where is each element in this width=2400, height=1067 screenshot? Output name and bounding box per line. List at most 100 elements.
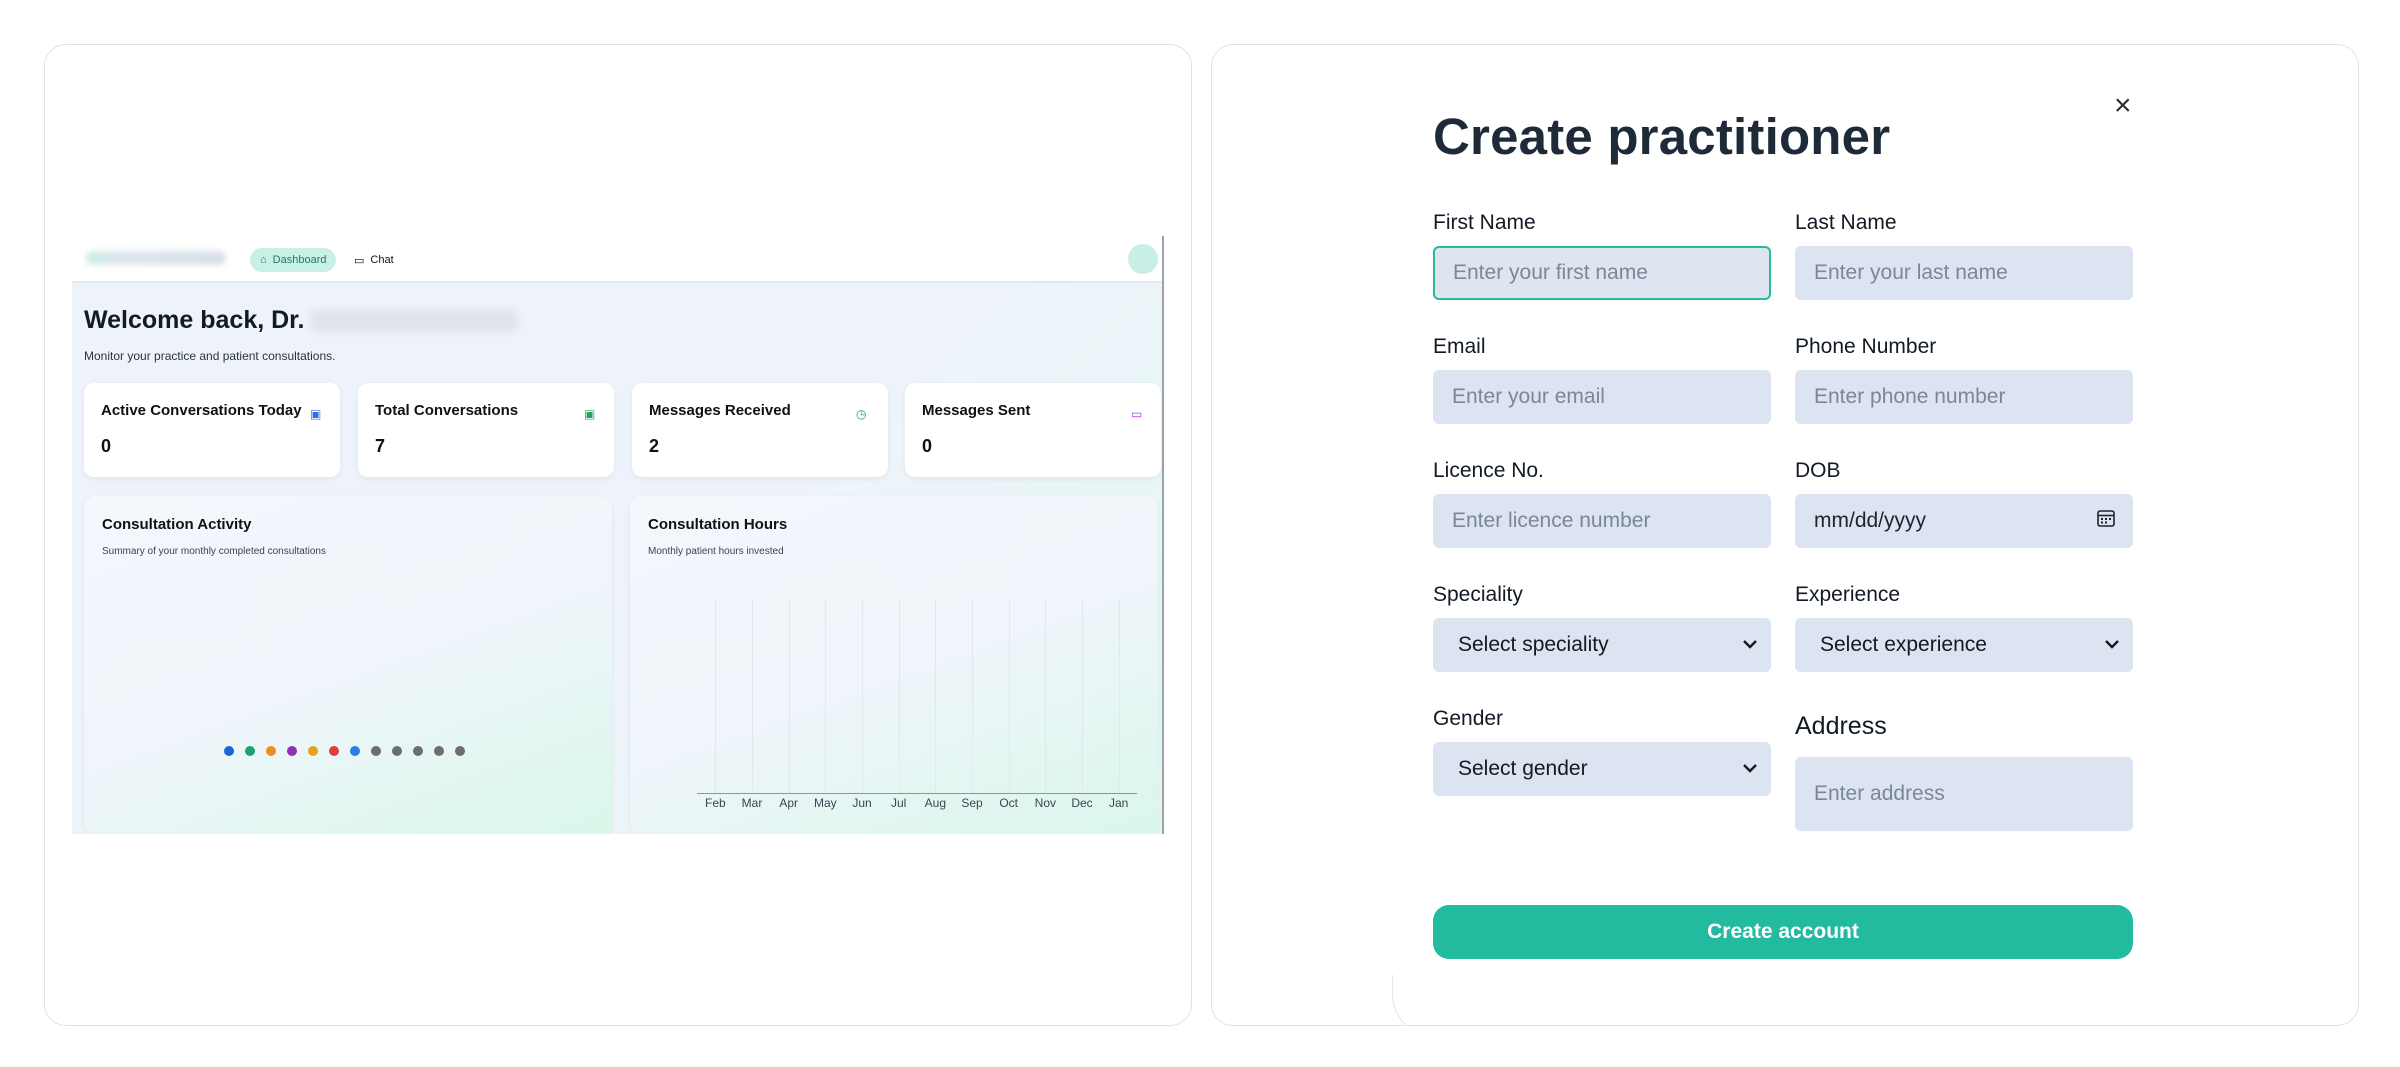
chat-icon: ▭ <box>354 254 365 267</box>
month-tick-label: Oct <box>999 796 1018 810</box>
stat-card-total-conversations: Total Conversations 7 ▣ <box>358 383 614 477</box>
month-tick-label: Nov <box>1034 796 1056 810</box>
gender-value: Select gender <box>1458 757 1588 780</box>
legend-dot <box>308 746 318 756</box>
last-name-label: Last Name <box>1795 211 1897 234</box>
dob-label: DOB <box>1795 459 1841 482</box>
calendar-icon: ▣ <box>310 407 322 421</box>
card-subtitle: Monthly patient hours invested <box>648 546 784 557</box>
consultation-hours-card: Consultation Hours Monthly patient hours… <box>630 496 1158 834</box>
welcome-heading: Welcome back, Dr. <box>84 306 519 335</box>
dob-field[interactable]: mm/dd/yyyy <box>1795 494 2133 548</box>
last-name-field[interactable]: Enter your last name <box>1795 246 2133 300</box>
calendar-icon: ▣ <box>584 407 596 421</box>
month-tick-label: Jun <box>852 796 872 810</box>
dob-placeholder: mm/dd/yyyy <box>1814 509 1927 532</box>
gender-label: Gender <box>1433 707 1504 730</box>
practitioner-name-blurred <box>310 310 519 333</box>
legend-dot <box>266 746 276 756</box>
grid-line <box>1082 599 1083 793</box>
address-field[interactable]: Enter address <box>1795 757 2133 831</box>
grid-line <box>862 599 863 793</box>
licence-placeholder: Enter licence number <box>1452 509 1651 532</box>
home-icon: ⌂ <box>260 254 267 266</box>
stat-title: Total Conversations <box>375 402 519 419</box>
legend-dot <box>434 746 444 756</box>
gender-select[interactable]: Select gender <box>1433 742 1771 796</box>
nav-chat-tab[interactable]: ▭ Chat <box>344 248 404 272</box>
legend-dot <box>455 746 465 756</box>
first-name-placeholder: Enter your first name <box>1453 261 1648 284</box>
hours-chart-grid <box>697 599 1137 794</box>
grid-line <box>715 599 717 793</box>
first-name-label: First Name <box>1433 211 1536 234</box>
grid-line <box>1118 599 1120 793</box>
chevron-down-icon <box>2104 636 2120 654</box>
month-tick-label: Dec <box>1071 796 1093 810</box>
grid-line <box>825 599 827 793</box>
experience-value: Select experience <box>1820 633 1987 656</box>
month-tick-label: Feb <box>704 796 726 810</box>
grid-line <box>898 599 900 793</box>
stat-value: 0 <box>922 436 933 456</box>
legend-dot <box>392 746 402 756</box>
create-practitioner-panel: Create practitioner × First Name Enter y… <box>1211 44 2359 1026</box>
phone-field[interactable]: Enter phone number <box>1795 370 2133 424</box>
legend-dot <box>371 746 381 756</box>
stat-title: Messages Received <box>649 402 791 419</box>
grid-line <box>972 599 973 793</box>
phone-label: Phone Number <box>1795 335 1937 358</box>
chevron-down-icon <box>1742 760 1758 778</box>
month-tick-label: Apr <box>779 796 798 810</box>
speciality-select[interactable]: Select speciality <box>1433 618 1771 672</box>
email-placeholder: Enter your email <box>1452 385 1605 408</box>
address-label: Address <box>1795 712 1887 740</box>
nav-chat-label: Chat <box>370 254 394 266</box>
close-icon[interactable]: × <box>2114 91 2132 121</box>
stat-value: 2 <box>649 436 660 456</box>
first-name-field[interactable]: Enter your first name <box>1433 246 1771 300</box>
experience-label: Experience <box>1795 583 1901 606</box>
clock-icon: ◷ <box>856 407 867 421</box>
month-tick-label: Jul <box>890 796 907 810</box>
speciality-label: Speciality <box>1433 583 1523 606</box>
legend-dot <box>413 746 423 756</box>
stat-card-messages-received: Messages Received 2 ◷ <box>632 383 888 477</box>
grid-line <box>752 599 753 793</box>
card-subtitle: Summary of your monthly completed consul… <box>102 546 326 557</box>
month-tick-label: Jan <box>1108 796 1129 810</box>
experience-select[interactable]: Select experience <box>1795 618 2133 672</box>
month-tick-label: Mar <box>741 796 763 810</box>
legend-dot <box>224 746 234 756</box>
legend-dot <box>350 746 360 756</box>
grid-line <box>788 599 790 793</box>
dashboard-preview-panel: ⌂ Dashboard ▭ Chat Welcome back, Dr. Mon… <box>44 44 1192 1026</box>
legend-dot <box>329 746 339 756</box>
licence-field[interactable]: Enter licence number <box>1433 494 1771 548</box>
create-account-button[interactable]: Create account <box>1433 905 2133 959</box>
nav-dashboard-tab[interactable]: ⌂ Dashboard <box>250 248 337 272</box>
welcome-text: Welcome back, Dr. <box>84 306 305 334</box>
stat-card-messages-sent: Messages Sent 0 ▭ <box>905 383 1161 477</box>
message-icon: ▭ <box>1131 407 1143 421</box>
email-field[interactable]: Enter your email <box>1433 370 1771 424</box>
legend-dot <box>287 746 297 756</box>
speciality-value: Select speciality <box>1458 633 1609 656</box>
grid-line <box>1008 599 1010 793</box>
brand-logo-blurred <box>86 251 226 265</box>
legend-dot <box>245 746 255 756</box>
card-title: Consultation Hours <box>648 516 788 533</box>
stat-card-active-conversations: Active Conversations Today 0 ▣ <box>84 383 340 477</box>
avatar[interactable] <box>1128 244 1158 274</box>
decorative-corner <box>1392 975 1452 1025</box>
top-navigation: ⌂ Dashboard ▭ Chat <box>72 236 1162 283</box>
form-title: Create practitioner <box>1433 108 1891 165</box>
calendar-icon[interactable] <box>2096 508 2116 534</box>
month-tick-label: May <box>813 796 837 810</box>
month-tick-label: Aug <box>924 796 947 810</box>
grid-line <box>935 599 937 793</box>
welcome-subtitle: Monitor your practice and patient consul… <box>84 349 336 363</box>
legend-dots <box>224 746 465 756</box>
dashboard-screenshot: ⌂ Dashboard ▭ Chat Welcome back, Dr. Mon… <box>72 236 1164 834</box>
consultation-activity-card: Consultation Activity Summary of your mo… <box>84 496 612 834</box>
